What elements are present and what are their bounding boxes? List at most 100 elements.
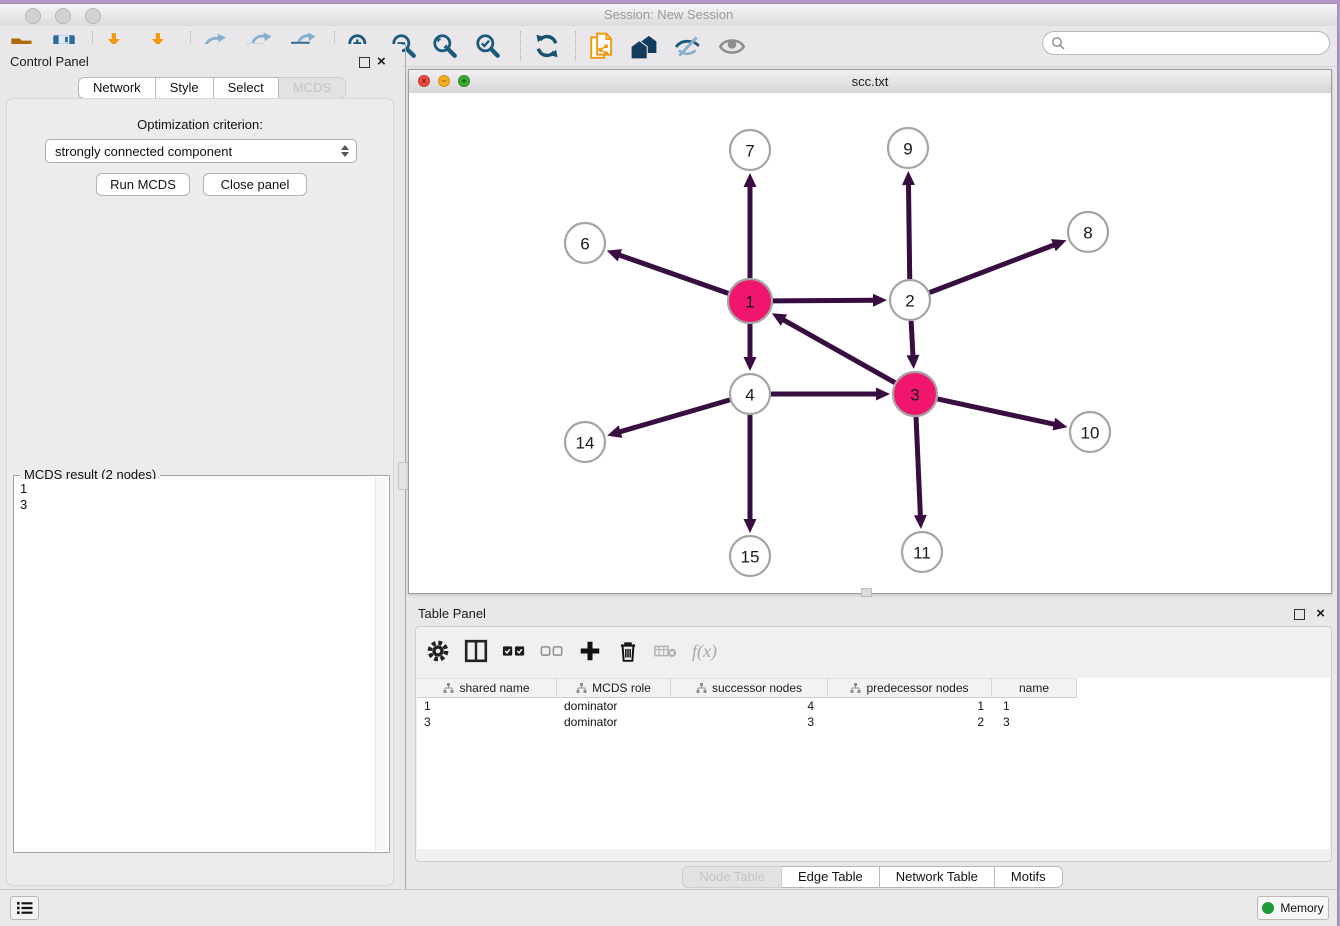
- control-panel-title: Control Panel: [10, 53, 89, 71]
- search-field[interactable]: [1042, 31, 1330, 55]
- toolbar-separator: [575, 31, 576, 61]
- column-header-shared-name[interactable]: shared name: [417, 678, 557, 698]
- graph-edge-arrowhead: [744, 519, 757, 533]
- graph-node-label: 8: [1083, 224, 1092, 243]
- app-window: Session: New Session: [0, 4, 1337, 926]
- float-panel-icon[interactable]: [359, 55, 370, 73]
- graph-edge[interactable]: [930, 244, 1057, 292]
- tab-motifs[interactable]: Motifs: [995, 866, 1063, 888]
- network-graph: 1234678910111415: [409, 93, 1331, 593]
- tab-edge-table[interactable]: Edge Table: [782, 866, 880, 888]
- tab-mcds[interactable]: MCDS: [279, 77, 346, 99]
- column-type-icon: [850, 683, 861, 694]
- graph-edge[interactable]: [911, 321, 913, 358]
- graph-node-label: 1: [745, 293, 754, 312]
- graph-node-label: 2: [905, 292, 914, 311]
- close-table-panel-icon[interactable]: ×: [1316, 605, 1325, 623]
- graph-edge-arrowhead: [906, 355, 919, 369]
- tab-style[interactable]: Style: [156, 77, 214, 99]
- column-header-predecessor-nodes[interactable]: predecessor nodes: [828, 678, 992, 698]
- graph-edge-arrowhead: [876, 388, 890, 401]
- table-panel: Table Panel × f(x) shared name: [408, 599, 1337, 890]
- search-input[interactable]: [1070, 35, 1329, 51]
- close-panel-button[interactable]: Close panel: [203, 173, 307, 196]
- network-window-titlebar: × − + scc.txt: [409, 70, 1331, 94]
- graph-node-label: 11: [913, 544, 931, 563]
- graph-node-label: 14: [576, 434, 595, 453]
- delete-column-trash-icon[interactable]: [616, 639, 640, 663]
- criterion-value: strongly connected component: [55, 144, 232, 159]
- graph-edge[interactable]: [937, 399, 1056, 425]
- tab-network-table[interactable]: Network Table: [880, 866, 995, 888]
- zoom-fit-icon[interactable]: [431, 32, 459, 60]
- graph-edge-arrowhead: [902, 171, 915, 185]
- memory-status-dot: [1262, 902, 1274, 914]
- hide-panel-icon[interactable]: [674, 32, 702, 60]
- mcds-panel: Optimization criterion: strongly connect…: [6, 98, 394, 886]
- memory-label: Memory: [1280, 901, 1323, 915]
- apply-layout-icon[interactable]: [533, 32, 561, 60]
- toolbar-separator: [520, 31, 521, 61]
- select-all-columns-icon[interactable]: [502, 639, 526, 663]
- tab-node-table[interactable]: Node Table: [682, 866, 782, 888]
- table-container: f(x) shared name MCDS role successor nod…: [415, 626, 1332, 862]
- unselect-all-columns-icon[interactable]: [540, 639, 564, 663]
- column-header-successor-nodes[interactable]: successor nodes: [671, 678, 828, 698]
- control-panel-tabs: Network Style Select MCDS: [78, 77, 346, 99]
- app-titlebar: Session: New Session: [0, 4, 1337, 27]
- graph-edge-arrowhead: [873, 294, 887, 307]
- graph-edge[interactable]: [617, 254, 728, 293]
- graph-edge[interactable]: [773, 300, 876, 301]
- float-table-panel-icon[interactable]: [1294, 607, 1305, 625]
- graph-node-label: 10: [1081, 424, 1100, 443]
- task-history-button[interactable]: [10, 896, 39, 920]
- table-row[interactable]: 1 dominator 4 1 1: [417, 698, 1330, 714]
- graph-edge[interactable]: [781, 319, 895, 383]
- graph-node-label: 6: [580, 235, 589, 254]
- network-from-file-icon[interactable]: [588, 32, 616, 60]
- optimization-criterion-label: Optimization criterion:: [7, 117, 393, 132]
- graph-node-label: 15: [741, 548, 760, 567]
- graph-node-label: 4: [745, 386, 754, 405]
- column-header-mcds-role[interactable]: MCDS role: [557, 678, 671, 698]
- mcds-result-box: MCDS result (2 nodes) 1 3: [13, 475, 390, 853]
- table-header-row: shared name MCDS role successor nodes pr…: [417, 678, 1330, 698]
- table-row[interactable]: 3 dominator 3 2 3: [417, 714, 1330, 730]
- graph-edge-arrowhead: [914, 515, 927, 529]
- delete-table-icon: [654, 639, 678, 663]
- table-toolbar: f(x): [426, 634, 717, 668]
- tab-network[interactable]: Network: [78, 77, 156, 99]
- graph-edge[interactable]: [908, 182, 909, 279]
- graph-edge-arrowhead: [744, 357, 757, 371]
- graph-edge-arrowhead: [607, 249, 622, 261]
- column-header-name[interactable]: name: [992, 678, 1077, 698]
- canvas-resize-handle[interactable]: [861, 588, 872, 597]
- network-canvas[interactable]: 1234678910111415: [409, 93, 1331, 593]
- run-mcds-button[interactable]: Run MCDS: [96, 173, 190, 196]
- memory-button[interactable]: Memory: [1257, 896, 1329, 920]
- graph-node-label: 7: [745, 142, 754, 161]
- app-title: Session: New Session: [0, 7, 1337, 22]
- graph-edge[interactable]: [916, 417, 920, 518]
- graph-edge[interactable]: [618, 400, 730, 433]
- criterion-dropdown[interactable]: strongly connected component: [45, 139, 357, 163]
- create-column-plus-icon[interactable]: [578, 639, 602, 663]
- mcds-result-text[interactable]: 1 3: [16, 479, 375, 850]
- show-panel-icon[interactable]: [718, 32, 746, 60]
- control-panel: Control Panel × Network Style Select MCD…: [0, 44, 402, 890]
- task-list-icon: [17, 901, 33, 915]
- close-panel-icon[interactable]: ×: [377, 53, 386, 71]
- home-icon[interactable]: [630, 32, 658, 60]
- column-type-icon: [443, 683, 454, 694]
- graph-node-label: 3: [910, 386, 919, 405]
- table-settings-gear-icon[interactable]: [426, 639, 450, 663]
- table-tabs: Node Table Edge Table Network Table Moti…: [408, 866, 1337, 888]
- split-panel-icon[interactable]: [464, 639, 488, 663]
- result-scrollbar[interactable]: [375, 477, 388, 851]
- tab-select[interactable]: Select: [214, 77, 279, 99]
- zoom-selected-icon[interactable]: [474, 32, 502, 60]
- dropdown-stepper-icon: [341, 145, 349, 157]
- node-table: shared name MCDS role successor nodes pr…: [417, 678, 1330, 849]
- table-panel-title: Table Panel: [418, 605, 486, 623]
- network-window-title: scc.txt: [409, 74, 1331, 89]
